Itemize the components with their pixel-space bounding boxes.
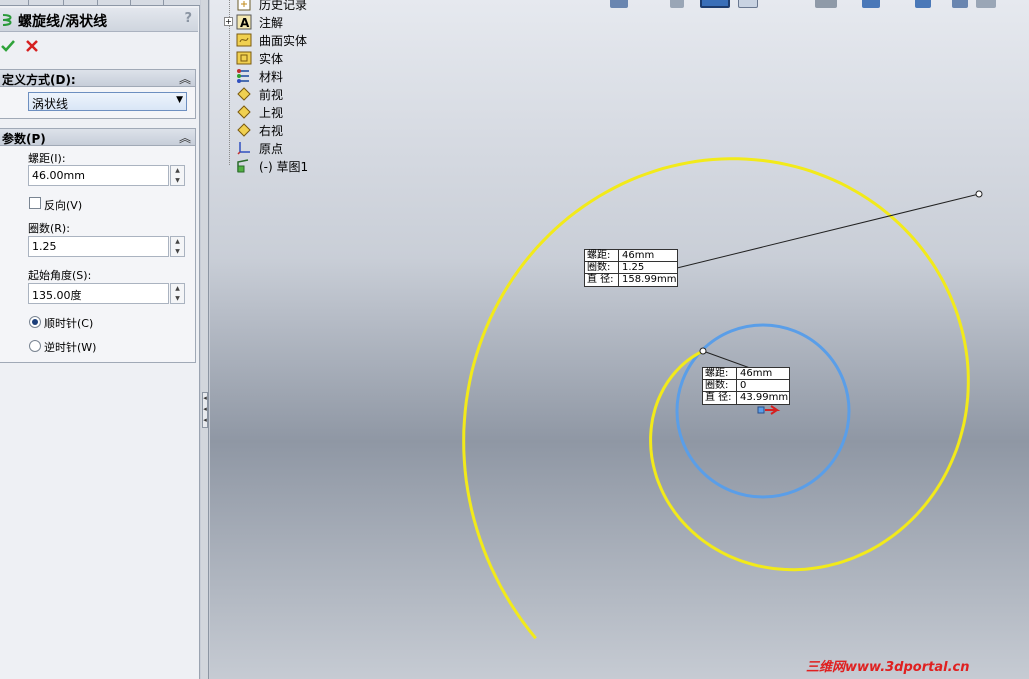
collapse-chevron-icon[interactable]: ︽	[179, 70, 191, 87]
tree-item-right-plane[interactable]: 右视	[222, 121, 342, 139]
start-angle-value: 135.00度	[32, 289, 82, 302]
pitch-spinner[interactable]: ▲ ▼	[170, 165, 185, 186]
collapse-panel-handle[interactable]: ◂ ◂ ◂	[202, 392, 208, 428]
revolutions-spinner[interactable]: ▲ ▼	[170, 236, 185, 257]
history-icon	[237, 0, 251, 11]
edit-appearance-icon[interactable]	[915, 0, 931, 8]
helix-spiral-icon	[2, 14, 12, 26]
tree-item-solid-bodies[interactable]: 实体	[222, 49, 342, 67]
collapse-chevron-icon[interactable]: ︽	[179, 129, 191, 146]
callout-row: 圈数: 1.25	[585, 262, 677, 274]
reverse-label: 反向(V)	[44, 199, 83, 212]
surface-body-icon	[236, 33, 252, 47]
dropdown-arrow-icon: ▼	[176, 95, 183, 105]
tree-item-annotations[interactable]: + A 注解	[222, 13, 342, 31]
callout-row: 圈数: 0	[703, 380, 789, 392]
parameters-section-header[interactable]: 参数(P) ︽	[0, 128, 196, 146]
callout-row: 螺距: 46mm	[585, 250, 677, 262]
inner-leader-line	[702, 350, 751, 369]
solid-body-icon	[236, 51, 252, 65]
manager-tabs[interactable]	[0, 0, 200, 6]
callout-row: 螺距: 46mm	[703, 368, 789, 380]
tree-item-origin[interactable]: 原点	[222, 139, 342, 157]
svg-text:A: A	[240, 16, 250, 30]
scene-icon[interactable]	[952, 0, 968, 8]
property-manager: 螺旋线/涡状线 ? 定义方式(D): ︽ 涡状线 ▼ 参数(P) ︽ 螺距(I)…	[0, 0, 200, 679]
view-settings-icon[interactable]	[976, 0, 996, 8]
sketch-icon	[237, 159, 249, 173]
plane-icon	[237, 87, 251, 101]
spiral-end-point[interactable]	[975, 190, 983, 198]
pitch-input[interactable]: 46.00mm	[28, 165, 169, 186]
tree-item-sketch1[interactable]: (-) 草图1	[222, 157, 342, 175]
definition-section-body: 涡状线 ▼	[0, 87, 196, 119]
tree-item-top-plane[interactable]: 上视	[222, 103, 342, 121]
pitch-label: 螺距(I):	[28, 152, 66, 165]
watermark: 三维网www.3dportal.cn	[806, 660, 970, 675]
revolutions-input[interactable]: 1.25	[28, 236, 169, 257]
counterclockwise-label: 逆时针(W)	[44, 341, 97, 354]
plane-icon	[237, 105, 251, 119]
view-orientation-icon[interactable]	[738, 0, 758, 8]
ok-check-icon[interactable]	[0, 38, 16, 54]
help-icon[interactable]: ?	[184, 11, 192, 26]
parameters-section-label: 参数(P)	[2, 132, 46, 146]
zoom-icon[interactable]	[610, 0, 628, 8]
section-view-icon[interactable]	[700, 0, 730, 8]
definition-type-dropdown[interactable]: 涡状线 ▼	[28, 92, 187, 111]
tree-item-material[interactable]: 材料	[222, 67, 342, 85]
outer-spiral-callout[interactable]: 螺距: 46mm 圈数: 1.25 直 径: 158.99mm	[584, 249, 678, 287]
clockwise-label: 顺时针(C)	[44, 317, 94, 330]
inner-spiral-callout[interactable]: 螺距: 46mm 圈数: 0 直 径: 43.99mm	[702, 367, 790, 405]
ok-cancel-group	[0, 38, 60, 56]
definition-section-label: 定义方式(D):	[2, 73, 76, 87]
tree-item-surface-bodies[interactable]: 曲面实体	[222, 31, 342, 49]
callout-row: 直 径: 43.99mm	[705, 392, 789, 404]
counterclockwise-radio[interactable]	[29, 340, 41, 352]
plane-icon	[237, 123, 251, 137]
clockwise-radio[interactable]	[29, 316, 41, 328]
definition-section-header[interactable]: 定义方式(D): ︽	[0, 69, 196, 87]
cancel-x-icon[interactable]	[25, 39, 39, 53]
parameters-section-body: 螺距(I): 46.00mm ▲ ▼ 反向(V) 圈数(R): 1.25 ▲ ▼ 起…	[0, 146, 196, 363]
tree-item-front-plane[interactable]: 前视	[222, 85, 342, 103]
pitch-value: 46.00mm	[32, 169, 85, 182]
reverse-checkbox[interactable]	[29, 197, 41, 209]
origin-icon	[237, 142, 250, 155]
origin-arrow-icon	[765, 405, 781, 415]
material-icon	[237, 69, 249, 83]
previous-view-icon[interactable]	[670, 0, 684, 8]
panel-splitter[interactable]: ◂ ◂ ◂	[201, 0, 209, 679]
start-angle-spinner[interactable]: ▲ ▼	[170, 283, 185, 304]
annotation-icon: A	[236, 14, 252, 30]
revolutions-value: 1.25	[32, 240, 57, 253]
heads-up-view-toolbar	[600, 0, 1010, 10]
outer-leader-line	[676, 193, 980, 269]
feature-title: 螺旋线/涡状线	[18, 14, 108, 30]
hide-show-icon[interactable]	[862, 0, 880, 8]
start-angle-label: 起始角度(S):	[28, 269, 92, 282]
origin-marker	[757, 406, 765, 414]
definition-type-value: 涡状线	[32, 97, 69, 111]
display-style-icon[interactable]	[815, 0, 837, 8]
feature-tree: 历史记录 + A 注解 曲面实体 实体 材料 前视 上视 右视 原点 (-) 草…	[222, 0, 342, 180]
tree-item-history[interactable]: 历史记录	[222, 0, 342, 13]
expand-icon[interactable]: +	[224, 17, 233, 26]
callout-row: 直 径: 158.99mm	[587, 274, 677, 286]
spiral-start-point[interactable]	[699, 347, 707, 355]
revolutions-label: 圈数(R):	[28, 222, 70, 235]
start-angle-input[interactable]: 135.00度	[28, 283, 169, 304]
feature-title-bar: 螺旋线/涡状线 ?	[0, 8, 198, 32]
